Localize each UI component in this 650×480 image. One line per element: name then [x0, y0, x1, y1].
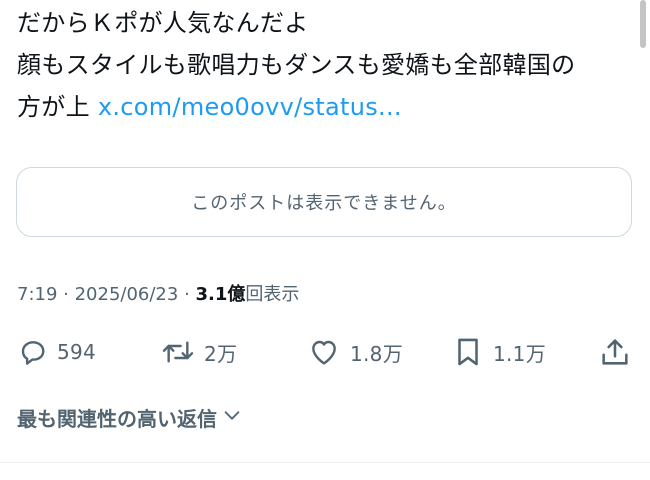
share-button[interactable] [598, 332, 632, 372]
tweet-line-3-text: 方が上 [17, 93, 98, 121]
repost-count: 2万 [204, 341, 238, 366]
tweet-link[interactable]: x.com/meo0ovv/status... [98, 93, 402, 121]
tweet-line-2: 顔もスタイルも歌唱力もダンスも愛嬌も全部韓国の [17, 51, 576, 79]
views-count[interactable]: 3.1億 [196, 284, 246, 305]
bookmark-count: 1.1万 [493, 341, 547, 366]
bookmark-button[interactable]: 1.1万 [451, 332, 546, 372]
share-icon [598, 335, 632, 369]
reply-icon [17, 336, 49, 368]
quoted-post-card[interactable]: このポストは表示できません。 [16, 167, 632, 237]
reply-sort-label: 最も関連性の高い返信 [17, 407, 217, 431]
action-bar: 594 2万 1.8万 1.1万 [0, 332, 650, 372]
reply-sort-dropdown[interactable]: 最も関連性の高い返信 [17, 403, 243, 432]
post-metadata: 7:19 · 2025/06/23 · 3.1億回表示 [17, 280, 299, 306]
section-divider [0, 462, 650, 463]
meta-separator: · [57, 284, 75, 305]
tweet-text: だからＫポが人気なんだよ 顔もスタイルも歌唱力もダンスも愛嬌も全部韓国の 方が上… [17, 2, 617, 128]
scrollbar[interactable] [640, 0, 646, 48]
reply-count: 594 [57, 340, 97, 364]
chevron-down-icon [217, 404, 243, 431]
like-button[interactable]: 1.8万 [306, 332, 403, 372]
tweet-line-1: だからＫポが人気なんだよ [17, 9, 309, 37]
heart-icon [306, 336, 342, 368]
post-date[interactable]: 2025/06/23 [75, 284, 179, 305]
meta-separator-2: · [178, 284, 196, 305]
quoted-post-unavailable-message: このポストは表示できません。 [191, 193, 457, 214]
post-time[interactable]: 7:19 [17, 284, 57, 305]
repost-button[interactable]: 2万 [160, 332, 237, 372]
repost-icon [160, 336, 196, 368]
views-label: 回表示 [245, 284, 300, 305]
bookmark-icon [451, 335, 485, 369]
like-count: 1.8万 [350, 341, 404, 366]
reply-button[interactable]: 594 [17, 332, 96, 372]
tweet-line-3: 方が上 x.com/meo0ovv/status... [17, 86, 617, 128]
